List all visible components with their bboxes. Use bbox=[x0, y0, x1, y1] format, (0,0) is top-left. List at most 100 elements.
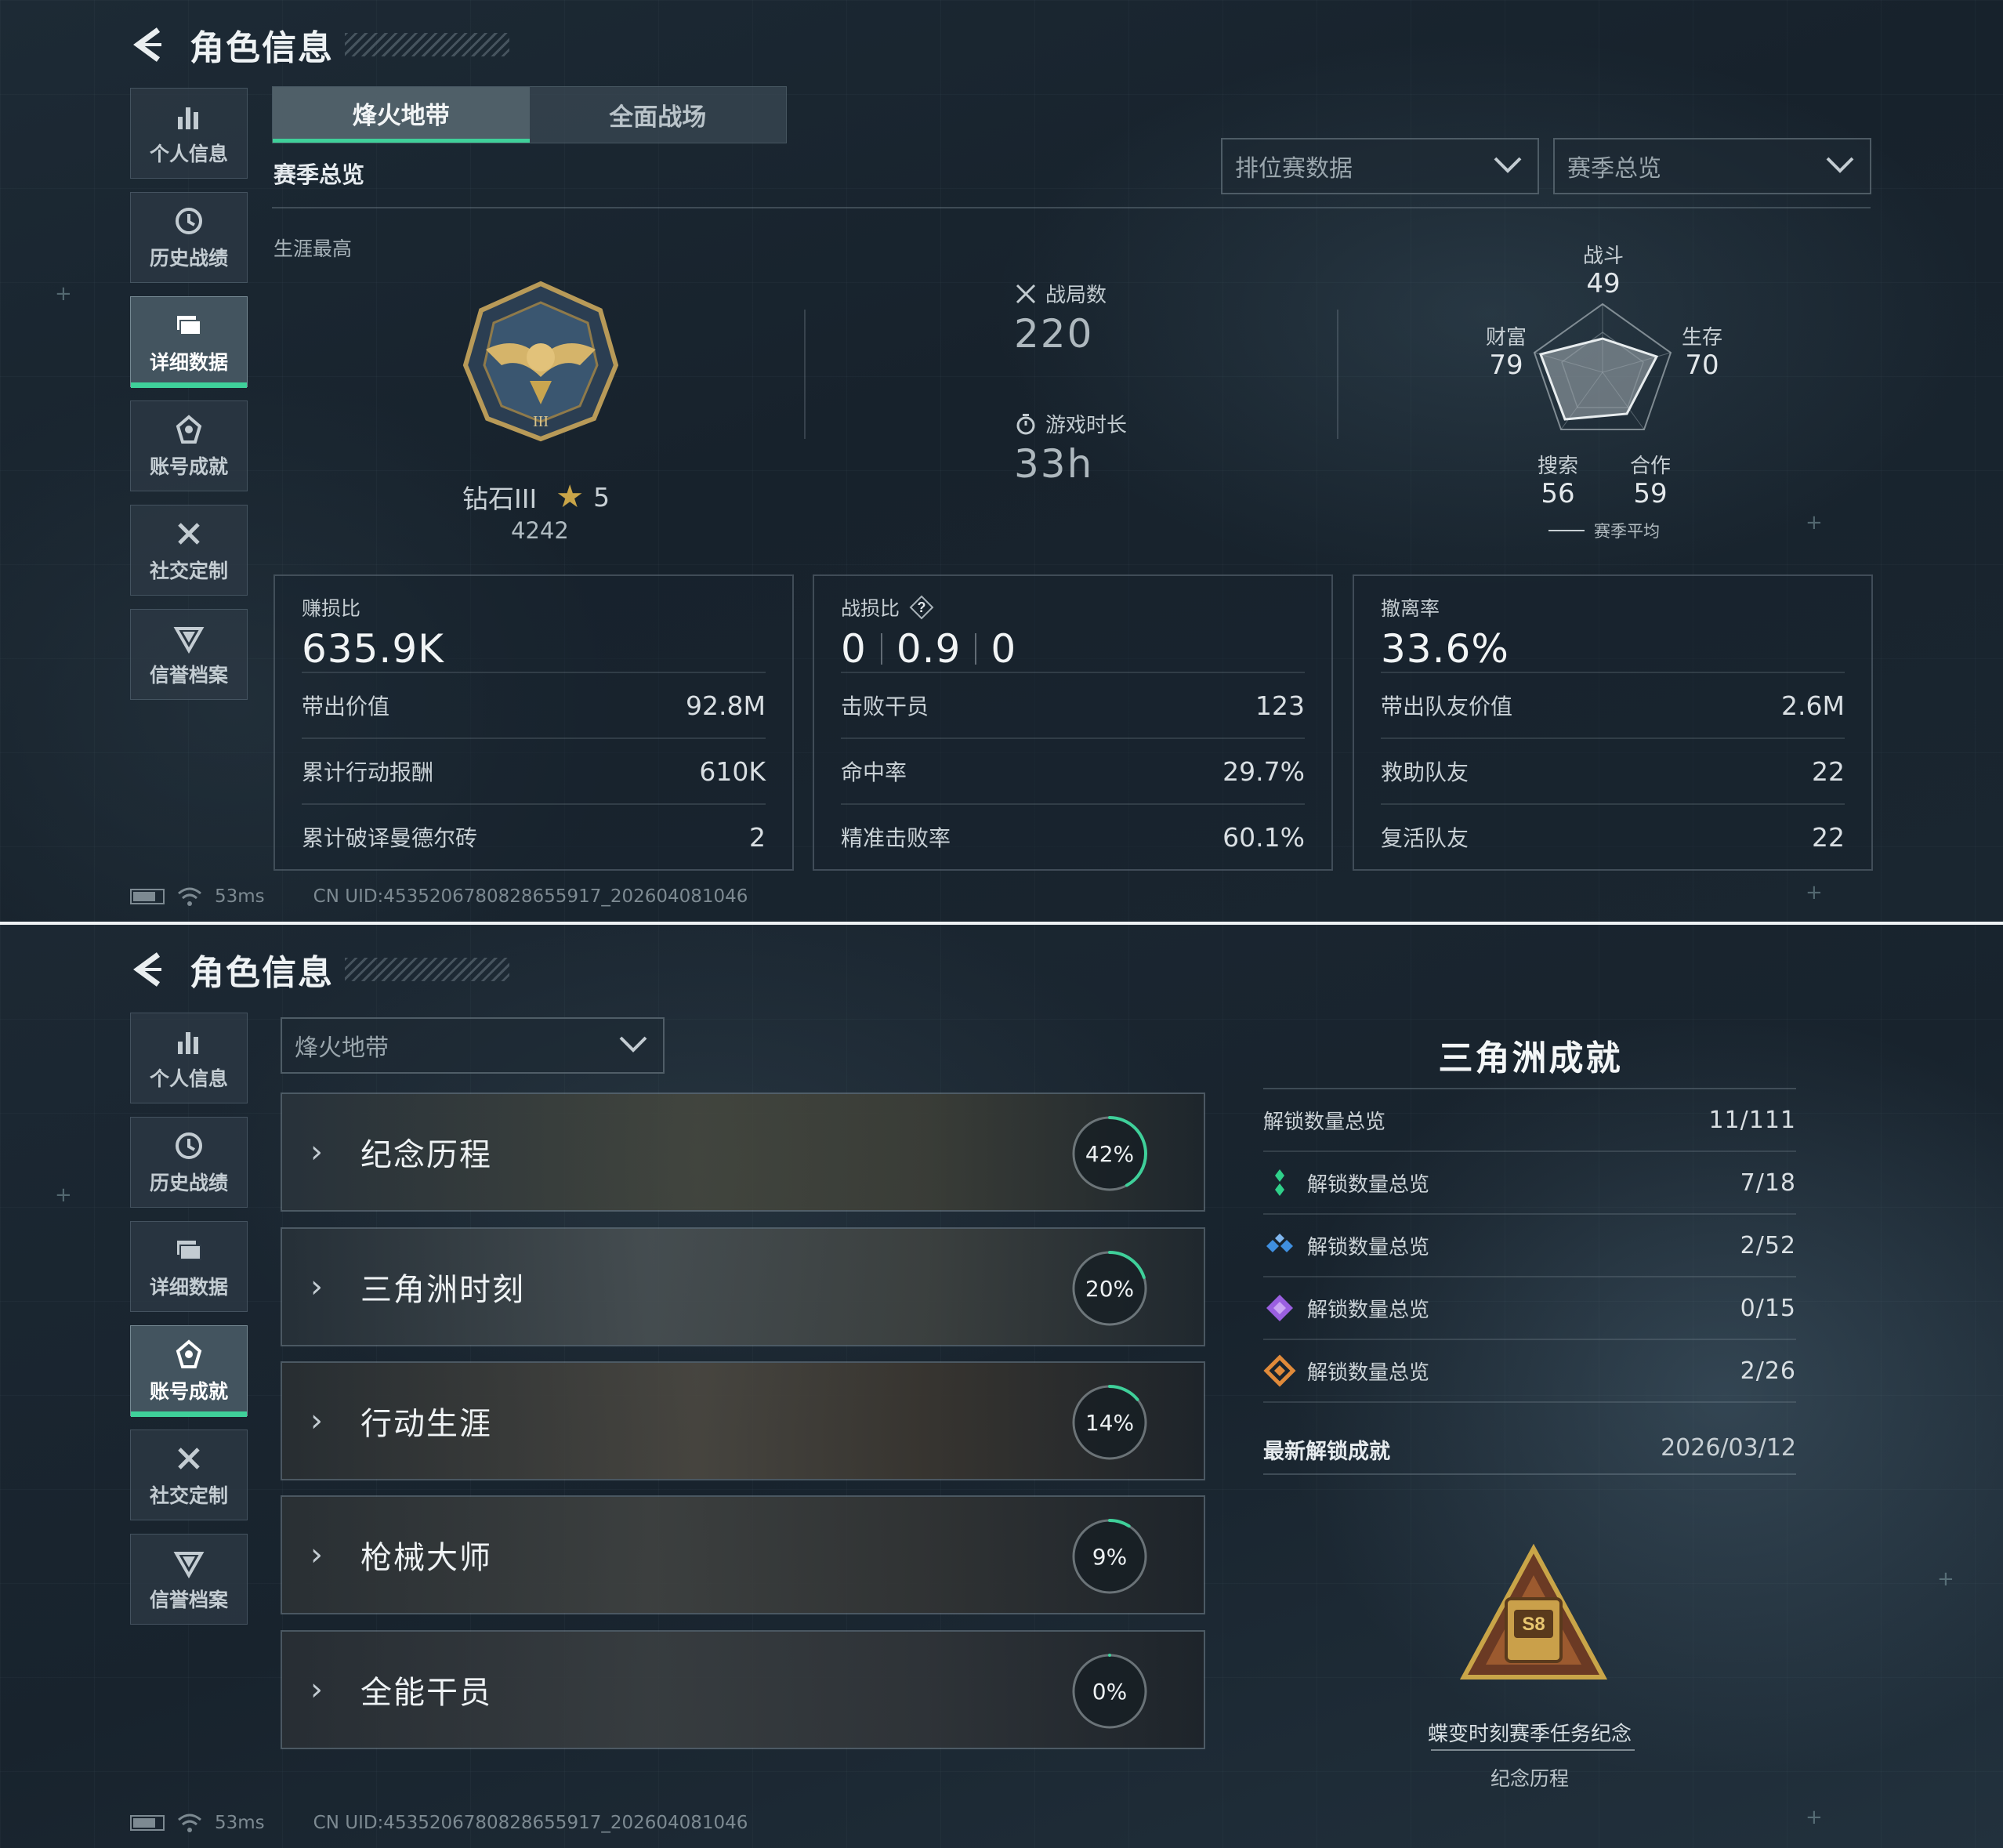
stat-label: 累计行动报酬 bbox=[302, 759, 434, 785]
playtime-stat: 游戏时长 33h bbox=[1014, 409, 1127, 487]
achievement-category-card[interactable]: › 全能干员 0% bbox=[281, 1630, 1205, 1749]
sidebar-item-profile[interactable]: 个人信息 bbox=[130, 1013, 248, 1103]
summary-label: 解锁数量总览 bbox=[1307, 1298, 1430, 1322]
sidebar-item-detail-data[interactable]: 详细数据 bbox=[130, 1221, 248, 1312]
rank-medal-icon: III bbox=[455, 279, 627, 444]
sidebar-item-social[interactable]: 社交定制 bbox=[130, 505, 248, 596]
kd-part: 0.9 bbox=[896, 626, 962, 672]
achievement-category-card[interactable]: › 纪念历程 42% bbox=[281, 1092, 1205, 1212]
progress-percent: 0% bbox=[1092, 1678, 1128, 1705]
data-type-dropdown-value: 排位赛数据 bbox=[1235, 155, 1353, 183]
mode-tabs: 烽火地带 全面战场 bbox=[272, 86, 787, 143]
back-arrow-icon[interactable] bbox=[130, 25, 165, 64]
stat-label: 累计破译曼德尔砖 bbox=[302, 825, 478, 851]
wifi-icon bbox=[178, 1814, 201, 1832]
stat-row: 复活队友 22 bbox=[1381, 803, 1845, 869]
sidebar-item-label: 账号成就 bbox=[149, 455, 228, 478]
radar-axis-label: 财富 bbox=[1485, 326, 1527, 350]
radar-axis-value: 59 bbox=[1633, 478, 1668, 509]
stat-row: 带出队友价值 2.6M bbox=[1381, 672, 1845, 737]
category-name: 三角洲时刻 bbox=[360, 1272, 525, 1308]
sidebar-item-label: 信誉档案 bbox=[149, 664, 228, 687]
data-type-dropdown[interactable]: 排位赛数据 bbox=[1221, 138, 1539, 194]
deco-plus: + bbox=[55, 1183, 72, 1207]
deco-plus: + bbox=[1937, 1567, 1954, 1591]
stat-label: 命中率 bbox=[841, 759, 907, 785]
summary-row: 解锁数量总览 7/18 bbox=[1263, 1152, 1796, 1215]
sidebar-item-social[interactable]: 社交定制 bbox=[130, 1429, 248, 1520]
playtime-label: 游戏时长 bbox=[1045, 414, 1128, 437]
progress-percent: 42% bbox=[1085, 1140, 1135, 1167]
tab-hazard-zone[interactable]: 烽火地带 bbox=[273, 87, 530, 143]
radar-axis-value: 56 bbox=[1541, 478, 1575, 509]
summary-label: 解锁数量总览 bbox=[1307, 1172, 1430, 1197]
sidebar-item-history[interactable]: 历史战绩 bbox=[130, 192, 248, 283]
svg-text:III: III bbox=[533, 413, 549, 430]
summary-label: 解锁数量总览 bbox=[1263, 1110, 1386, 1134]
sidebar-item-profile[interactable]: 个人信息 bbox=[130, 88, 248, 179]
kd-part: 0 bbox=[991, 626, 1017, 672]
vertical-divider bbox=[1337, 310, 1338, 439]
achievement-category-card[interactable]: › 枪械大师 9% bbox=[281, 1495, 1205, 1614]
sidebar-item-credit[interactable]: 信誉档案 bbox=[130, 609, 248, 700]
summary-row: 解锁数量总览 0/15 bbox=[1263, 1277, 1796, 1340]
achievement-category-card[interactable]: › 行动生涯 14% bbox=[281, 1361, 1205, 1480]
sidebar-item-label: 信誉档案 bbox=[149, 1589, 228, 1611]
stat-value: 29.7% bbox=[1222, 756, 1305, 787]
sidebar-item-credit[interactable]: 信誉档案 bbox=[130, 1534, 248, 1625]
stat-row: 累计行动报酬 610K bbox=[302, 737, 766, 803]
summary-row: 解锁数量总览 2/26 bbox=[1263, 1340, 1796, 1403]
radar-axis-label: 战斗 bbox=[1582, 245, 1624, 268]
svg-text:?: ? bbox=[918, 600, 926, 615]
mode-dropdown[interactable]: 烽火地带 bbox=[281, 1017, 665, 1074]
category-name: 纪念历程 bbox=[360, 1137, 492, 1173]
radar-legend: 赛季平均 bbox=[1548, 519, 1660, 542]
season-dropdown[interactable]: 赛季总览 bbox=[1553, 138, 1871, 194]
clock-icon bbox=[172, 204, 206, 238]
summary-label: 解锁数量总览 bbox=[1307, 1235, 1430, 1259]
tab-full-war[interactable]: 全面战场 bbox=[530, 87, 787, 143]
summary-row: 解锁数量总览 2/52 bbox=[1263, 1215, 1796, 1277]
stat-row: 带出价值 92.8M bbox=[302, 672, 766, 737]
radar-axis-value: 70 bbox=[1685, 350, 1719, 381]
shield-icon bbox=[172, 621, 206, 655]
latest-achievement-card[interactable]: S8 蝶变时刻赛季任务纪念 纪念历程 bbox=[1263, 1473, 1796, 1848]
rank-score: 4242 bbox=[511, 517, 569, 544]
sidebar-item-detail-data[interactable]: 详细数据 bbox=[130, 296, 248, 388]
sidebar-item-achievements[interactable]: 账号成就 bbox=[130, 400, 248, 491]
progress-ring: 0% bbox=[1069, 1651, 1150, 1732]
stat-value: 2 bbox=[749, 821, 766, 853]
stat-value: 22 bbox=[1812, 756, 1845, 787]
sidebar-item-achievements[interactable]: 账号成就 bbox=[130, 1325, 248, 1417]
green-diamond-icon bbox=[1275, 1169, 1284, 1196]
rank-stars: 5 bbox=[593, 481, 610, 513]
sidebar-item-history[interactable]: 历史战绩 bbox=[130, 1117, 248, 1208]
back-arrow-icon[interactable] bbox=[130, 950, 165, 989]
radar-axis-label: 搜索 bbox=[1537, 455, 1578, 478]
progress-percent: 20% bbox=[1085, 1275, 1135, 1302]
sidebar-item-label: 详细数据 bbox=[149, 351, 228, 374]
summary-row-total: 解锁数量总览 11/111 bbox=[1263, 1089, 1796, 1152]
rank-name: 钻石III bbox=[462, 484, 538, 514]
sidebar: 个人信息 历史战绩 详细数据 账号成就 社交定制 信誉档案 bbox=[130, 88, 248, 713]
stat-row: 精准击败率 60.1% bbox=[841, 803, 1305, 869]
profit-panel: 赚损比 635.9K 带出价值 92.8M 累计行动报酬 610K 累计破译曼德尔砖… bbox=[273, 574, 794, 871]
battery-icon bbox=[130, 889, 165, 904]
chevron-right-icon: › bbox=[310, 1672, 323, 1708]
chevron-down-icon bbox=[1494, 157, 1522, 173]
stat-label: 复活队友 bbox=[1381, 825, 1469, 851]
achievement-category-card[interactable]: › 三角洲时刻 20% bbox=[281, 1227, 1205, 1346]
star-icon: ★ bbox=[556, 479, 585, 515]
season-dropdown-value: 赛季总览 bbox=[1567, 155, 1661, 183]
category-name: 行动生涯 bbox=[360, 1406, 492, 1442]
category-name: 全能干员 bbox=[360, 1675, 492, 1711]
name-underline bbox=[1431, 1749, 1635, 1751]
progress-ring: 20% bbox=[1069, 1248, 1150, 1329]
category-name: 枪械大师 bbox=[360, 1540, 492, 1576]
achievement-icon bbox=[172, 1337, 206, 1372]
stat-value: 610K bbox=[699, 756, 766, 787]
panel-title: 撤离率 bbox=[1381, 597, 1440, 620]
help-icon[interactable]: ? bbox=[909, 595, 934, 620]
rank-row: 钻石III ★ 5 bbox=[462, 478, 610, 516]
stat-label: 精准击败率 bbox=[841, 825, 951, 851]
